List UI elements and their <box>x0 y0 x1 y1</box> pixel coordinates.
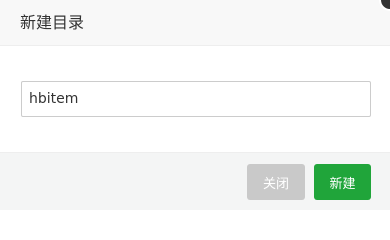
close-icon[interactable] <box>379 0 390 11</box>
create-button[interactable]: 新建 <box>314 164 371 200</box>
dialog-title: 新建目录 <box>20 13 85 32</box>
close-icon-glyph <box>382 0 390 8</box>
dialog-body <box>0 46 390 152</box>
new-directory-dialog: 新建目录 关闭 新建 <box>0 0 390 210</box>
dialog-footer: 关闭 新建 <box>0 152 390 210</box>
directory-name-input[interactable] <box>21 81 371 117</box>
close-button[interactable]: 关闭 <box>247 164 305 200</box>
dialog-header: 新建目录 <box>0 0 390 46</box>
